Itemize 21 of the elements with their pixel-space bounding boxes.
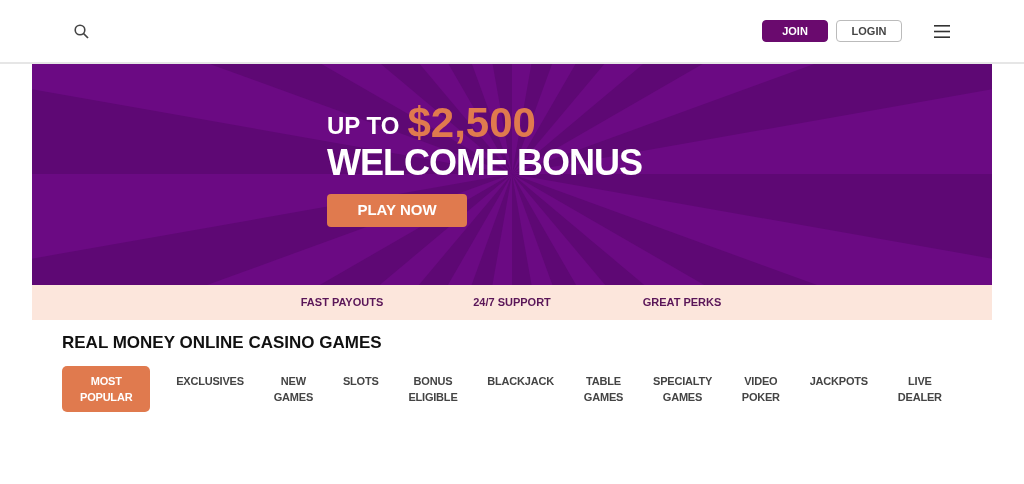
login-button[interactable]: LOGIN — [836, 20, 902, 42]
category-tab[interactable]: NEW GAMES — [269, 365, 318, 412]
category-tab[interactable]: EXCLUSIVES — [172, 365, 248, 396]
menu-icon[interactable] — [934, 24, 950, 38]
perk-label: 24/7 SUPPORT — [472, 295, 552, 311]
join-button[interactable]: JOIN — [762, 20, 828, 42]
category-tab[interactable]: LIVE DEALER — [893, 365, 946, 412]
category-tab[interactable]: SLOTS — [338, 365, 383, 396]
promo-lead: UP TO — [327, 111, 400, 141]
category-tab[interactable]: BLACKJACK — [483, 365, 558, 396]
category-tab[interactable]: VIDEO POKER — [737, 365, 784, 412]
promo-headline: WELCOME BONUS — [327, 144, 643, 182]
perk-label: FAST PAYOUTS — [299, 295, 385, 311]
category-tab[interactable]: BONUS ELIGIBLE — [404, 365, 462, 412]
category-tab[interactable]: JACKPOTS — [805, 365, 872, 396]
category-tab[interactable]: TABLE GAMES — [579, 365, 628, 412]
section-title: REAL MONEY ONLINE CASINO GAMES — [62, 332, 383, 354]
category-tab[interactable]: SPECIALTY GAMES — [649, 365, 716, 412]
search-icon[interactable] — [74, 23, 89, 39]
bonus-amount: $2,500 — [407, 102, 536, 144]
perk-label: GREAT PERKS — [641, 295, 723, 311]
